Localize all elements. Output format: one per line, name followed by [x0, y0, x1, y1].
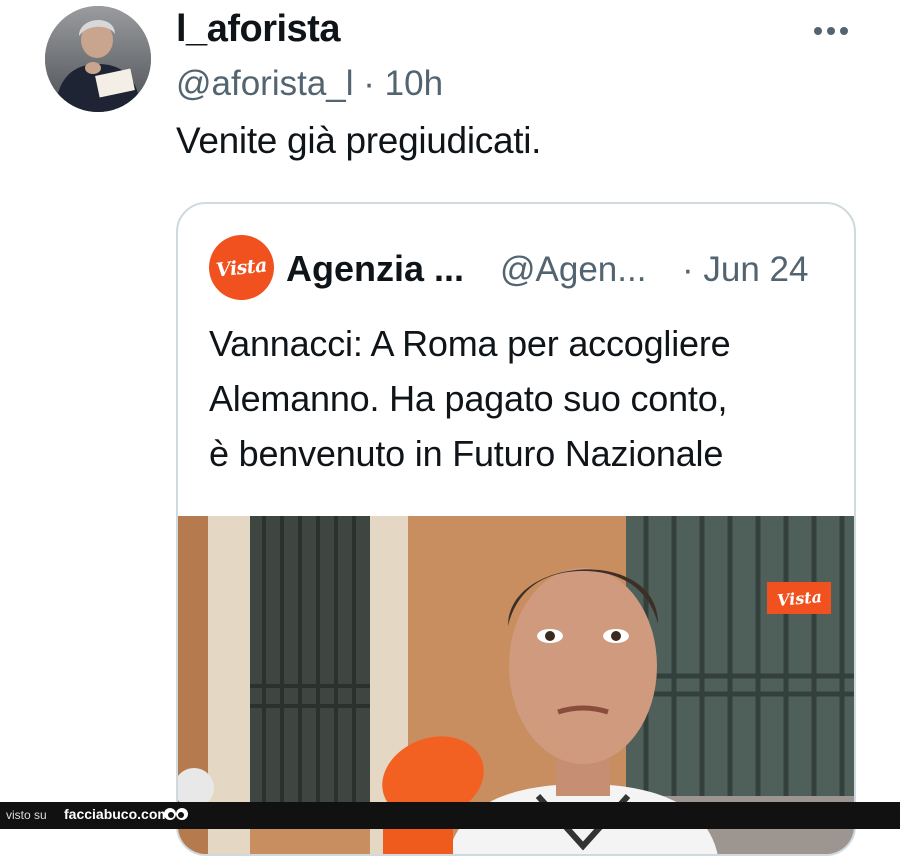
- quoted-tweet-text: Vannacci: A Roma per accogliere Alemanno…: [209, 316, 849, 481]
- more-horizontal-icon: [814, 27, 848, 35]
- vista-logo-text: Vista: [215, 253, 268, 282]
- tweet-time[interactable]: 10h: [385, 64, 443, 103]
- footer-prefix: visto su: [6, 808, 47, 822]
- eyes-icon: [164, 808, 188, 820]
- quoted-tweet-card[interactable]: Vista Agenzia ... @Agen... · Jun 24 Vann…: [176, 202, 856, 856]
- quoted-tweet-date[interactable]: · Jun 24: [682, 250, 808, 290]
- quoted-text-line: è benvenuto in Futuro Nazionale: [209, 433, 724, 474]
- author-avatar[interactable]: [45, 6, 151, 112]
- footer-bar: visto su facciabuco.com: [0, 802, 900, 829]
- avatar-photo: [45, 6, 151, 112]
- more-options-button[interactable]: [806, 14, 856, 50]
- tweet-text: Venite già pregiudicati.: [176, 120, 542, 161]
- author-name[interactable]: l_aforista: [176, 8, 340, 51]
- author-handle[interactable]: @aforista_l: [176, 64, 354, 103]
- quoted-text-line: Alemanno. Ha pagato suo conto,: [209, 378, 728, 419]
- quoted-text-line: Vannacci: A Roma per accogliere: [209, 323, 731, 364]
- quoted-author-avatar[interactable]: Vista: [209, 235, 274, 300]
- quoted-author-handle[interactable]: @Agen...: [500, 250, 646, 290]
- footer-brand[interactable]: facciabuco.com: [64, 806, 170, 822]
- media-logo-text: Vista: [775, 586, 823, 610]
- quoted-author-name[interactable]: Agenzia ...: [286, 248, 464, 290]
- meta-separator: ·: [363, 64, 375, 103]
- media-logo-badge: Vista: [767, 582, 831, 614]
- author-meta: @aforista_l · 10h: [176, 64, 443, 104]
